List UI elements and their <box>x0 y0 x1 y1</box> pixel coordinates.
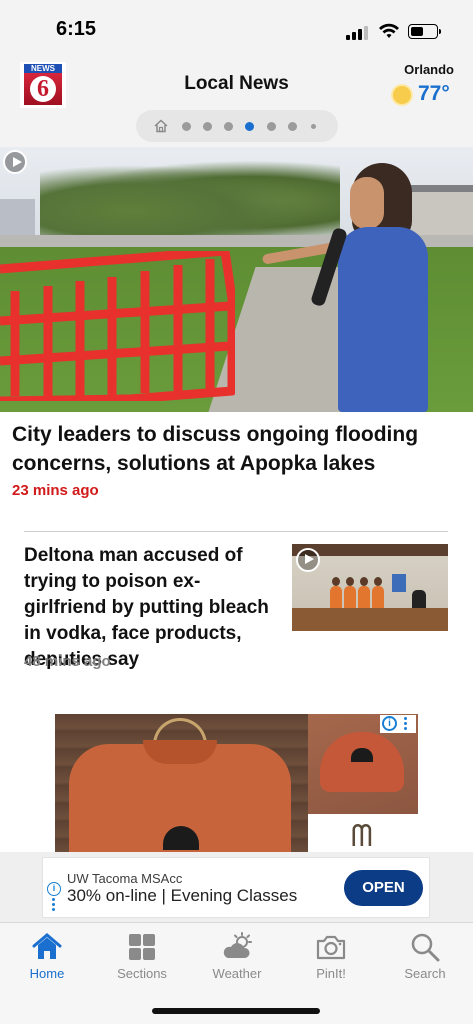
home-icon <box>32 933 62 959</box>
play-icon[interactable] <box>296 548 320 572</box>
tab-pinit[interactable]: PinIt! <box>291 931 371 987</box>
hero-headline[interactable]: City leaders to discuss ongoing flooding… <box>12 420 462 478</box>
tab-sections[interactable]: Sections <box>102 931 182 987</box>
tab-home[interactable]: Home <box>7 931 87 987</box>
ad-info-icon[interactable]: i <box>47 882 61 896</box>
page-dot-active[interactable] <box>245 122 254 131</box>
page-dot[interactable] <box>311 124 316 129</box>
tab-search[interactable]: Search <box>385 931 465 987</box>
logo-news-text: NEWS <box>24 64 62 73</box>
cellular-signal-icon <box>346 26 370 40</box>
app-screen: 6:15 NEWS 6 Local News Orlando 77° City … <box>0 0 473 1024</box>
tab-label: Sections <box>117 966 167 981</box>
grid-icon <box>129 934 155 960</box>
page-dot[interactable] <box>267 122 276 131</box>
divider <box>24 531 448 532</box>
more-options-icon[interactable] <box>404 716 410 732</box>
story-thumbnail[interactable] <box>292 544 448 631</box>
page-dot[interactable] <box>203 122 212 131</box>
banner-ad[interactable]: i UW Tacoma MSAcc 30% on-line | Evening … <box>42 857 430 918</box>
page-dot[interactable] <box>224 122 233 131</box>
weather-city[interactable]: Orlando <box>398 62 454 77</box>
story-timestamp: 48 mins ago <box>24 653 111 670</box>
page-dot[interactable] <box>182 122 191 131</box>
sun-icon[interactable] <box>393 86 411 104</box>
hero-timestamp: 23 mins ago <box>12 482 99 499</box>
display-ad-image[interactable]: ᗰ <box>55 714 418 854</box>
tab-label: Search <box>404 966 446 981</box>
weather-temperature[interactable]: 77° <box>418 82 450 106</box>
ad-menu-icon[interactable] <box>52 898 56 914</box>
tab-weather[interactable]: Weather <box>197 931 277 987</box>
hero-story-image[interactable] <box>0 147 473 412</box>
search-icon <box>411 933 440 962</box>
ad-text: 30% on-line | Evening Classes <box>67 886 298 905</box>
ad-advertiser: UW Tacoma MSAcc <box>67 871 183 886</box>
home-outline-icon[interactable] <box>154 119 168 133</box>
ad-open-button[interactable]: OPEN <box>344 870 423 906</box>
tab-label: Home <box>29 966 65 981</box>
tab-label: PinIt! <box>316 966 346 981</box>
home-indicator[interactable] <box>152 1008 320 1014</box>
red-barrier-graphic <box>0 251 235 401</box>
play-icon[interactable] <box>3 150 27 174</box>
adchoices-icon[interactable]: i <box>380 715 416 733</box>
page-dot[interactable] <box>288 122 297 131</box>
camera-icon <box>316 935 346 960</box>
battery-icon <box>408 24 438 39</box>
wifi-icon <box>379 23 399 38</box>
status-time: 6:15 <box>56 18 97 40</box>
battery-tip <box>439 29 441 34</box>
tab-label: Weather <box>212 966 262 981</box>
page-indicator[interactable] <box>136 110 338 142</box>
cloud-sun-icon <box>223 932 252 958</box>
